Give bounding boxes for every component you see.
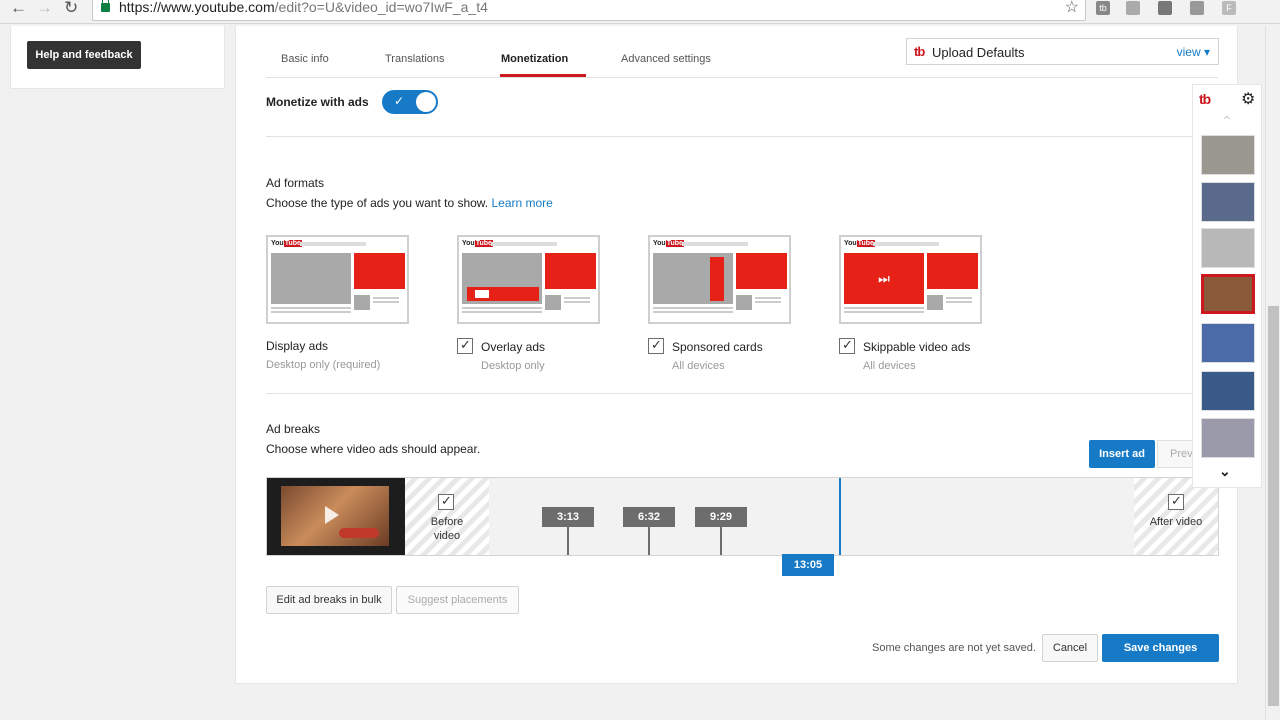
overlay-ads-sub: Desktop only [481, 360, 545, 372]
tab-advanced-settings[interactable]: Advanced settings [621, 53, 711, 65]
forward-arrow-icon[interactable]: → [36, 0, 53, 16]
display-ads-illustration: YouTube [266, 235, 409, 324]
youtube-logo-icon: YouTube [844, 240, 875, 247]
tab-monetization[interactable]: Monetization [501, 53, 568, 65]
video-thumbnail [267, 478, 405, 555]
before-video-checkbox[interactable] [438, 493, 454, 510]
extension-icon[interactable] [1126, 1, 1140, 15]
section-divider [266, 393, 1201, 394]
video-thumbnail-selected[interactable] [1201, 274, 1255, 314]
suggest-placements-button[interactable]: Suggest placements [396, 586, 519, 614]
skip-forward-icon: ⏭ [844, 253, 924, 304]
page-scrollbar[interactable] [1265, 26, 1280, 720]
chevron-down-icon[interactable]: ⌄ [1219, 463, 1231, 480]
youtube-logo-icon: YouTube [462, 240, 493, 247]
after-video-label: After video [1149, 516, 1203, 528]
monetize-toggle[interactable]: ✓ [382, 90, 438, 114]
bookmark-star-icon[interactable]: ☆ [1065, 0, 1079, 17]
ad-formats-title: Ad formats [266, 176, 325, 190]
tubebuddy-panel: tb ⚙ ⌃ ⌄ [1192, 84, 1262, 488]
left-sidebar: Help and feedback [10, 26, 225, 89]
toggle-knob [416, 92, 436, 112]
extension-icon[interactable] [1158, 1, 1172, 15]
cancel-button[interactable]: Cancel [1042, 634, 1098, 662]
browser-toolbar: ← → ↻ https://www.youtube.com/edit?o=U&v… [0, 0, 1280, 24]
upload-defaults-dropdown[interactable]: tb Upload Defaults view ▾ [906, 38, 1219, 65]
sponsored-cards-illustration: YouTube [648, 235, 791, 324]
tab-translations[interactable]: Translations [385, 53, 445, 65]
extension-icon[interactable]: F [1222, 1, 1236, 15]
preview-button[interactable]: Preview [1157, 440, 1197, 468]
sponsored-cards-label: Sponsored cards [672, 340, 763, 354]
skippable-ads-label: Skippable video ads [863, 340, 971, 354]
skippable-ads-sub: All devices [863, 360, 916, 372]
display-ad-block [354, 253, 405, 289]
tab-basic-info[interactable]: Basic info [281, 53, 329, 65]
check-icon: ✓ [394, 94, 405, 108]
marker-stem [648, 527, 650, 555]
ad-formats-subtitle: Choose the type of ads you want to show.… [266, 196, 553, 210]
address-bar[interactable]: https://www.youtube.com/edit?o=U&video_i… [92, 0, 1086, 21]
extension-tubebuddy-icon[interactable]: tb [1096, 1, 1110, 15]
view-link[interactable]: view ▾ [1177, 45, 1210, 59]
tubebuddy-logo-icon[interactable]: tb [1199, 91, 1211, 107]
gear-icon[interactable]: ⚙ [1241, 89, 1255, 109]
url-text: https://www.youtube.com/edit?o=U&video_i… [119, 0, 488, 15]
display-ads-label: Display ads [266, 339, 329, 353]
extension-icon[interactable] [1190, 1, 1204, 15]
ad-break-marker[interactable]: 9:29 [695, 507, 747, 527]
playhead-line[interactable] [839, 478, 841, 555]
ad-break-marker[interactable]: 6:32 [623, 507, 675, 527]
back-arrow-icon[interactable]: ← [10, 0, 27, 16]
sponsored-cards-checkbox[interactable] [648, 337, 664, 354]
tubebuddy-logo-icon: tb [914, 44, 925, 59]
video-thumbnail[interactable] [1201, 228, 1255, 268]
overlay-ads-label: Overlay ads [481, 340, 546, 354]
video-thumbnail[interactable] [1201, 182, 1255, 222]
monetize-row: Monetize with ads ✓ [266, 90, 1201, 137]
video-edit-card: Basic info Translations Monetization Adv… [235, 26, 1238, 684]
skippable-ads-checkbox[interactable] [839, 337, 855, 354]
ad-breaks-title: Ad breaks [266, 422, 321, 436]
overlay-ads-illustration: YouTube [457, 235, 600, 324]
lock-icon [101, 0, 110, 12]
video-thumbnail[interactable] [1201, 418, 1255, 458]
before-video-label: Before video [430, 516, 464, 542]
video-thumbnail[interactable] [1201, 323, 1255, 363]
help-feedback-button[interactable]: Help and feedback [27, 41, 141, 69]
scrollbar-thumb[interactable] [1268, 306, 1279, 706]
youtube-logo-icon: YouTube [653, 240, 684, 247]
unsaved-message: Some changes are not yet saved. [872, 642, 1036, 654]
reload-icon[interactable]: ↻ [64, 0, 78, 16]
insert-ad-button[interactable]: Insert ad [1089, 440, 1155, 468]
sponsored-cards-sub: All devices [672, 360, 725, 372]
play-icon [325, 506, 339, 524]
marker-stem [567, 527, 569, 555]
after-video-checkbox[interactable] [1168, 493, 1184, 510]
save-changes-button[interactable]: Save changes [1102, 634, 1219, 662]
active-tab-indicator [500, 74, 586, 77]
learn-more-link[interactable]: Learn more [491, 196, 552, 210]
display-ads-sub: Desktop only (required) [266, 359, 381, 371]
video-thumbnail[interactable] [1201, 371, 1255, 411]
ad-breaks-timeline[interactable]: Before video 3:13 6:32 9:29 After video [266, 477, 1219, 556]
monetize-label: Monetize with ads [266, 95, 369, 109]
skippable-ads-illustration: YouTube ⏭ [839, 235, 982, 324]
marker-stem [720, 527, 722, 555]
playhead-time[interactable]: 13:05 [782, 554, 834, 576]
video-thumbnail[interactable] [1201, 135, 1255, 175]
ad-breaks-subtitle: Choose where video ads should appear. [266, 442, 481, 456]
chevron-up-icon[interactable]: ⌃ [1221, 113, 1233, 130]
overlay-ads-checkbox[interactable] [457, 337, 473, 354]
ad-break-marker[interactable]: 3:13 [542, 507, 594, 527]
upload-defaults-label: Upload Defaults [932, 45, 1025, 60]
edit-ad-breaks-bulk-button[interactable]: Edit ad breaks in bulk [266, 586, 392, 614]
youtube-logo-icon: YouTube [271, 240, 302, 247]
